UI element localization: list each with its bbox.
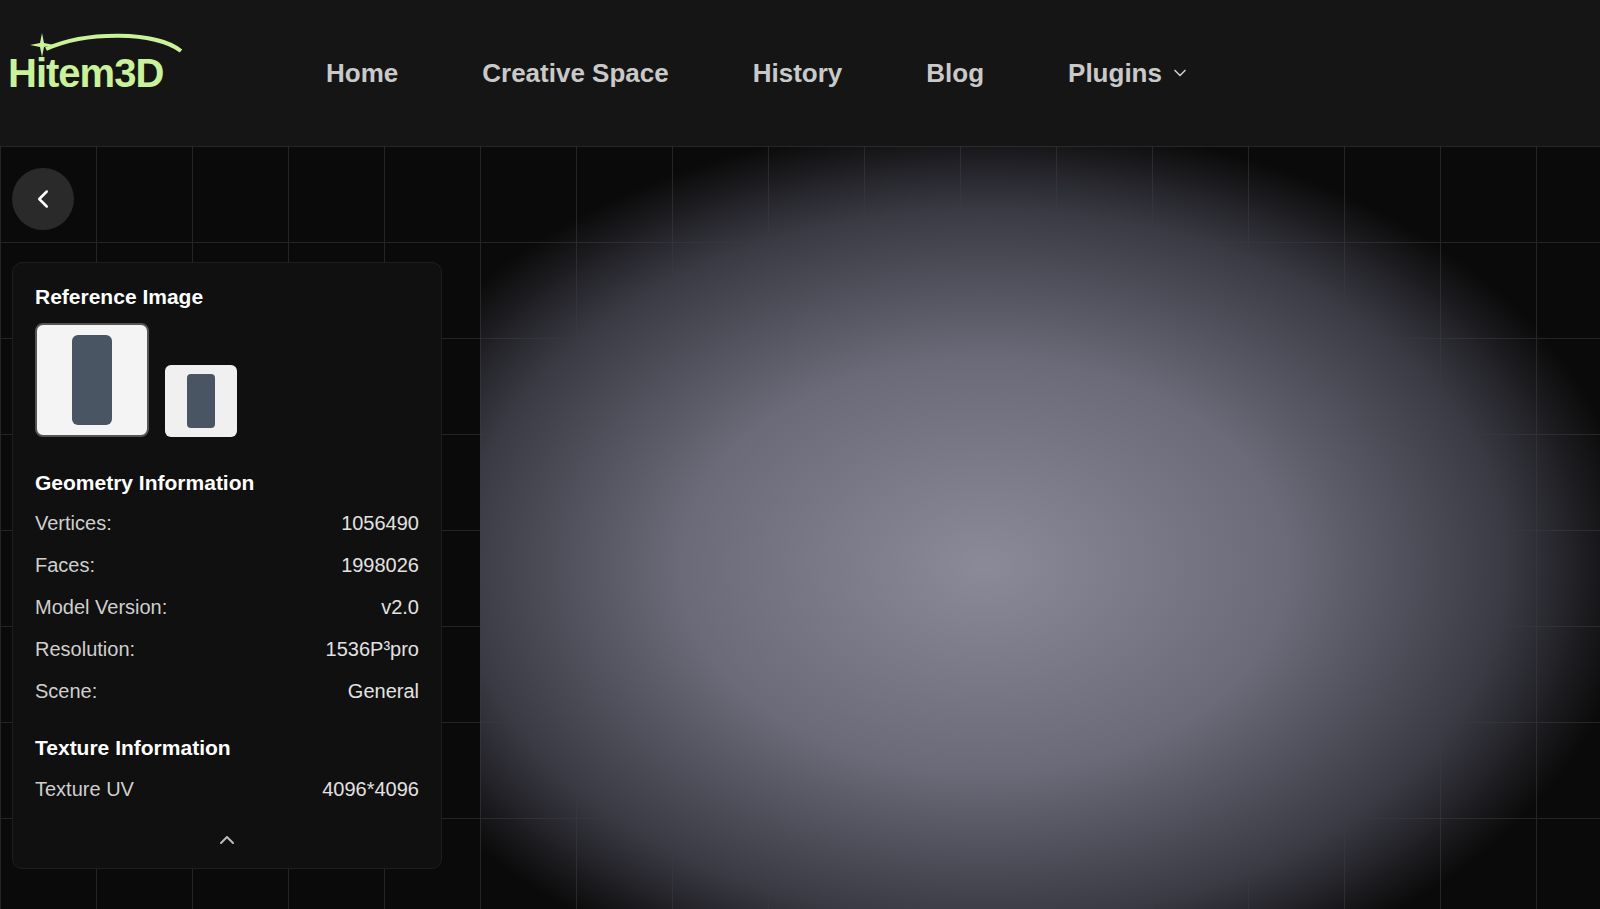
texture-list: Texture UV 4096*4096 (35, 768, 419, 810)
info-row: Faces: 1998026 (35, 544, 419, 586)
nav-item[interactable]: Home (326, 54, 398, 93)
geometry-list: Vertices: 1056490 Faces: 1998026 Model Versi… (35, 502, 419, 712)
info-value: v2.0 (381, 592, 419, 622)
app: Hitem3D Home Creative Space History Blog Plug… (0, 0, 1600, 909)
nav-item[interactable]: Creative Space (482, 54, 668, 93)
top-nav: Hitem3D Home Creative Space History Blog Plug… (0, 0, 1600, 146)
nav-menu: Home Creative Space History Blog Plugins (326, 54, 1190, 93)
info-value: 1998026 (341, 550, 419, 580)
reference-thumbnail[interactable] (35, 323, 149, 437)
info-panel: Reference ImageGeometry InformationVerti… (12, 262, 442, 869)
reference-thumbnail[interactable] (165, 365, 237, 437)
chevron-down-icon (1170, 63, 1190, 83)
info-row: Texture UV 4096*4096 (35, 768, 419, 810)
info-label: Scene: (35, 676, 97, 706)
back-button[interactable] (12, 168, 74, 230)
nav-item[interactable]: Plugins (1068, 54, 1190, 93)
section-title: Texture Information (35, 728, 419, 768)
chevron-up-icon (215, 828, 239, 852)
model-render[interactable] (480, 146, 1600, 909)
viewport[interactable]: Reference ImageGeometry InformationVerti… (0, 146, 1600, 909)
logo-swoosh-icon (36, 31, 186, 71)
info-row: Scene: General (35, 670, 419, 712)
nav-item[interactable]: Blog (926, 54, 984, 93)
reference-images (35, 323, 419, 437)
info-value: 4096*4096 (322, 774, 419, 804)
info-label: Resolution: (35, 634, 135, 664)
nav-item[interactable]: History (753, 54, 843, 93)
info-value: 1536P³pro (326, 634, 419, 664)
info-row: Resolution: 1536P³pro (35, 628, 419, 670)
info-row: Model Version: v2.0 (35, 586, 419, 628)
collapse-button[interactable] (35, 828, 419, 852)
info-label: Model Version: (35, 592, 167, 622)
info-label: Texture UV (35, 774, 134, 804)
info-value: General (348, 676, 419, 706)
section-title: Geometry Information (35, 463, 419, 503)
chevron-left-icon (28, 184, 58, 214)
info-row: Vertices: 1056490 (35, 502, 419, 544)
info-label: Vertices: (35, 508, 112, 538)
logo[interactable]: Hitem3D (8, 53, 188, 93)
section-title: Reference Image (35, 275, 419, 319)
left-column: Reference ImageGeometry InformationVerti… (0, 146, 444, 869)
info-value: 1056490 (341, 508, 419, 538)
info-label: Faces: (35, 550, 95, 580)
